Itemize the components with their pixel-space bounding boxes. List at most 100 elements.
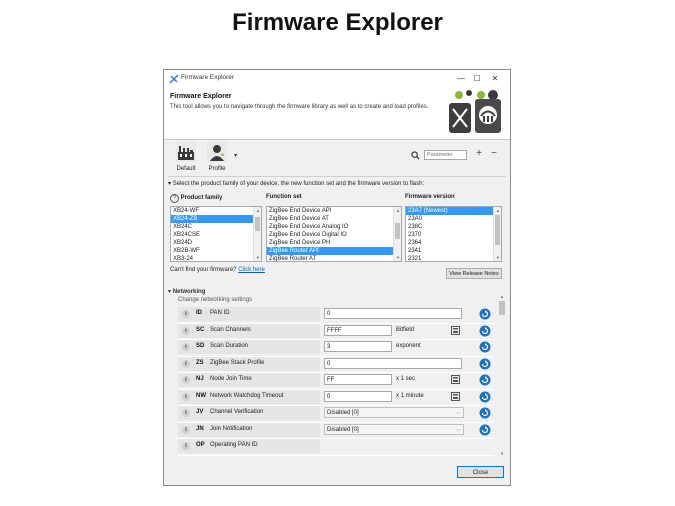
setting-unit: exponent: [396, 343, 421, 349]
cant-find-text: Can't find your firmware?: [170, 267, 237, 273]
info-icon[interactable]: i: [182, 310, 190, 318]
refresh-icon[interactable]: [479, 308, 491, 320]
profile-dropdown-arrow-icon[interactable]: ▾: [234, 152, 237, 159]
setting-name: ZigBee Stack Profile: [210, 359, 265, 366]
list-item[interactable]: XB24D: [171, 239, 261, 247]
scroll-down-icon[interactable]: ▼: [494, 254, 501, 261]
list-item[interactable]: ZigBee End Device Digital IO: [267, 231, 401, 239]
setting-label-cell: i NW Network Watchdog Timeout: [178, 389, 320, 404]
edit-value-icon[interactable]: [451, 325, 460, 335]
info-icon[interactable]: i: [182, 326, 190, 335]
setting-value-dropdown[interactable]: Disabled [0] ⌵: [324, 407, 464, 418]
refresh-icon[interactable]: [479, 358, 491, 370]
maximize-button[interactable]: ☐: [468, 72, 486, 86]
function-set-scrollbar[interactable]: ▲ ▼: [393, 207, 401, 261]
edit-value-icon[interactable]: [451, 391, 460, 401]
refresh-icon[interactable]: [479, 374, 491, 386]
info-icon[interactable]: i: [182, 343, 190, 351]
scroll-thumb[interactable]: [495, 215, 500, 245]
profile-label: Profile: [208, 166, 226, 172]
view-release-notes-button[interactable]: View Release Notes: [446, 268, 502, 279]
settings-scrollbar[interactable]: ▲ ▼: [498, 293, 506, 457]
product-family-list[interactable]: XB24-WF XB24-ZB XB24C XB24CSE XB24D XB2B-WF XB…: [170, 206, 262, 262]
setting-row: i JN Join Notification Disabled [0] ⌵: [178, 422, 494, 439]
scroll-up-icon[interactable]: ▲: [254, 207, 261, 214]
scroll-down-icon[interactable]: ▼: [394, 254, 401, 261]
setting-value-input[interactable]: FFFF: [324, 324, 392, 336]
list-item[interactable]: XB24C: [171, 223, 261, 231]
setting-value-input[interactable]: FF: [324, 374, 392, 385]
list-item[interactable]: 23A7 (Newest): [406, 207, 501, 215]
setting-command: SD: [196, 343, 205, 349]
setting-value-input[interactable]: 3: [324, 341, 392, 352]
app-icon: [169, 74, 179, 84]
setting-name: Channel Verification: [210, 409, 264, 415]
scroll-thumb[interactable]: [395, 223, 400, 239]
list-item[interactable]: XB24-WF: [171, 207, 261, 215]
list-item[interactable]: 2341: [406, 247, 501, 255]
list-item[interactable]: ZigBee Router AT: [267, 255, 401, 261]
edit-value-icon[interactable]: [451, 375, 460, 384]
scroll-up-icon[interactable]: ▲: [394, 207, 401, 214]
list-item[interactable]: XB24-ZB: [171, 215, 261, 223]
close-window-button[interactable]: ✕: [486, 72, 504, 86]
function-set-list[interactable]: ZigBee End Device API ZigBee End Device A…: [266, 206, 402, 262]
scroll-thumb[interactable]: [255, 217, 260, 231]
list-item[interactable]: XB24CSE: [171, 231, 261, 239]
help-icon[interactable]: ?: [170, 194, 179, 203]
info-icon[interactable]: i: [182, 359, 190, 368]
setting-value-input[interactable]: 0: [324, 308, 462, 319]
profile-tool[interactable]: Profile: [204, 140, 230, 172]
list-item[interactable]: 2321: [406, 255, 501, 261]
firmware-version-list[interactable]: 23A7 (Newest) 23A0 238C 2370 2364 2341 2321 ▲ …: [405, 206, 502, 262]
refresh-icon[interactable]: [479, 325, 491, 337]
info-icon[interactable]: i: [182, 376, 190, 384]
firmware-version-scrollbar[interactable]: ▲ ▼: [493, 207, 501, 261]
refresh-icon[interactable]: [479, 424, 491, 436]
scroll-up-icon[interactable]: ▲: [498, 293, 506, 300]
refresh-icon[interactable]: [479, 391, 491, 403]
list-item[interactable]: ZigBee End Device API: [267, 207, 401, 215]
scroll-down-icon[interactable]: ▼: [498, 450, 506, 457]
info-icon[interactable]: i: [182, 442, 190, 450]
product-family-scrollbar[interactable]: ▲ ▼: [253, 207, 261, 261]
networking-section-toggle[interactable]: ▾ Networking: [168, 288, 205, 295]
setting-value-dropdown[interactable]: Disabled [0] ⌵: [324, 423, 464, 435]
list-item[interactable]: 238C: [406, 223, 501, 231]
setting-row: i NJ Node Join Time FF x 1 sec: [178, 373, 494, 390]
setting-value-input[interactable]: 0: [324, 390, 392, 402]
user-profile-icon: [207, 142, 227, 162]
setting-command: OP: [196, 442, 205, 448]
setting-label-cell: i ID PAN ID: [178, 307, 320, 321]
setting-command: ZS: [196, 359, 204, 366]
scroll-up-icon[interactable]: ▲: [494, 207, 501, 214]
info-icon[interactable]: i: [182, 392, 190, 401]
click-here-link[interactable]: Click here: [238, 267, 265, 273]
setting-row: i NW Network Watchdog Timeout 0 x 1 minute: [178, 389, 494, 406]
info-icon[interactable]: i: [182, 409, 190, 417]
list-item[interactable]: ZigBee End Device AT: [267, 215, 401, 223]
list-item[interactable]: 2364: [406, 239, 501, 247]
list-item[interactable]: ZigBee End Device Analog IO: [267, 223, 401, 231]
refresh-icon[interactable]: [479, 341, 491, 353]
expand-all-button[interactable]: +: [473, 148, 485, 160]
list-item[interactable]: XB3-24: [171, 255, 261, 261]
setting-label-cell: i ZS ZigBee Stack Profile: [178, 356, 320, 371]
list-item[interactable]: XB2B-WF: [171, 247, 261, 255]
refresh-icon[interactable]: [479, 407, 491, 419]
parameter-search-input[interactable]: [424, 150, 467, 160]
list-item[interactable]: ZigBee End Device PH: [267, 239, 401, 247]
close-button[interactable]: Close: [457, 466, 504, 478]
setting-value-input[interactable]: 0: [324, 357, 462, 369]
default-profile-tool[interactable]: Default: [173, 140, 199, 172]
collapse-all-button[interactable]: −: [488, 148, 500, 160]
chevron-down-icon: ⌵: [456, 410, 460, 416]
list-item[interactable]: ZigBee Router API: [267, 247, 401, 255]
firmware-version-header: Firmware version: [405, 194, 455, 200]
list-item[interactable]: 23A0: [406, 215, 501, 223]
scroll-thumb[interactable]: [499, 301, 505, 315]
info-icon[interactable]: i: [182, 425, 190, 434]
scroll-down-icon[interactable]: ▼: [254, 254, 261, 261]
setting-label-cell: i NJ Node Join Time: [178, 373, 320, 387]
list-item[interactable]: 2370: [406, 231, 501, 239]
